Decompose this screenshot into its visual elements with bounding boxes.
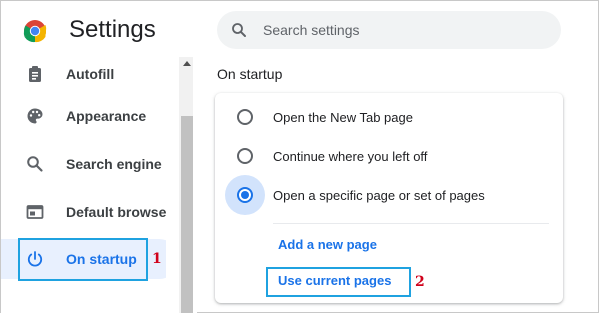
palette-icon <box>25 106 45 126</box>
section-title: On startup <box>217 66 283 82</box>
option-new-tab-page[interactable]: Open the New Tab page <box>215 97 563 137</box>
option-label: Open a specific page or set of pages <box>273 187 485 203</box>
radio-button[interactable] <box>237 109 253 125</box>
sidebar-item-autofill[interactable]: Autofill <box>1 54 166 94</box>
add-new-page-link[interactable]: Add a new page <box>278 237 377 252</box>
highlight-use-current-pages <box>266 267 411 297</box>
sidebar-item-label: Default browser <box>66 204 166 220</box>
option-label: Continue where you left off <box>273 148 428 164</box>
step-number-1: 1 <box>152 251 162 267</box>
sidebar-item-search-engine[interactable]: Search engine <box>1 144 166 184</box>
scroll-up-arrow-icon[interactable] <box>183 61 191 66</box>
sidebar-item-label: Search engine <box>66 156 162 172</box>
sidebar-scrollbar-thumb[interactable] <box>181 116 193 313</box>
sidebar-item-label: Autofill <box>66 66 115 82</box>
radio-button[interactable] <box>237 148 253 164</box>
sidebar-item-label: Appearance <box>66 108 147 124</box>
search-bar[interactable] <box>217 11 561 49</box>
option-specific-pages[interactable]: Open a specific page or set of pages <box>215 175 563 215</box>
browser-icon <box>25 202 45 222</box>
option-label: Open the New Tab page <box>273 109 413 125</box>
sidebar-item-appearance[interactable]: Appearance <box>1 96 166 136</box>
clipboard-icon <box>25 64 45 84</box>
highlight-on-startup <box>18 238 148 281</box>
divider <box>273 223 549 224</box>
search-icon <box>231 22 247 43</box>
radio-button-selected[interactable] <box>237 187 253 203</box>
search-icon <box>25 154 45 174</box>
option-continue[interactable]: Continue where you left off <box>215 136 563 176</box>
search-input[interactable] <box>263 20 543 40</box>
settings-window: Settings Autofill Appearance Search engi… <box>0 0 599 313</box>
sidebar-item-default-browser[interactable]: Default browser <box>1 192 166 232</box>
step-number-2: 2 <box>415 274 425 290</box>
